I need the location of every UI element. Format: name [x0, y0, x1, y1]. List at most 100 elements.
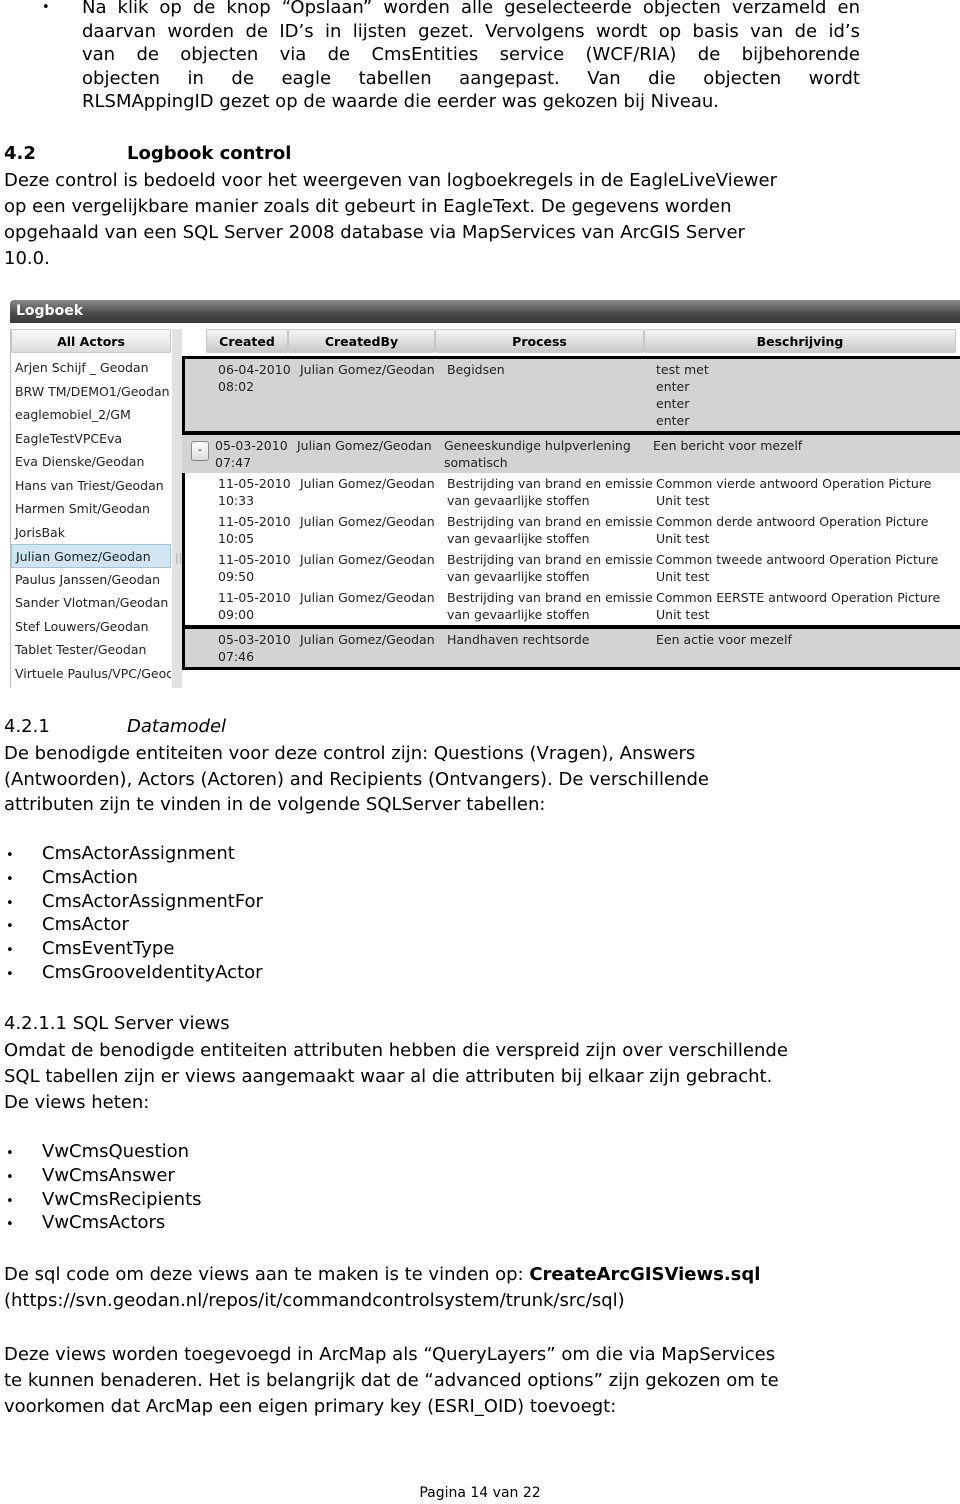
- list-item: CmsAction: [42, 866, 138, 888]
- expander-cell: [185, 513, 218, 547]
- cell-line: Een actie voor mezelf: [656, 632, 792, 647]
- description-cell: Een bericht voor mezelf: [653, 437, 960, 471]
- text-line: Na klik op de knop “Opslaan” worden alle…: [82, 0, 860, 18]
- cell-line: test met: [656, 362, 709, 377]
- text-line: voorkomen dat ArcMap een eigen primary k…: [4, 1396, 617, 1417]
- table-row[interactable]: 05-03-2010 07:46 Julian Gomez/Geodan Handha…: [182, 625, 960, 670]
- created-cell: 05-03-2010 07:47: [215, 437, 297, 471]
- text-line: attributen zijn te vinden in de volgende…: [4, 794, 546, 816]
- sql-url: (https://svn.geodan.nl/repos/it/commandc…: [4, 1290, 625, 1311]
- bullet-icon: •: [6, 1217, 14, 1233]
- description-cell: Common tweede antwoord Operation Picture…: [656, 551, 960, 585]
- datamodel-paragraph: De benodigde entiteiten voor deze contro…: [4, 741, 709, 818]
- bullet-icon: •: [42, 0, 50, 15]
- actor-item[interactable]: JorisBak: [11, 521, 171, 545]
- created-by-cell: Julian Gomez/Geodan: [300, 475, 447, 509]
- bullet-icon: •: [6, 967, 14, 982]
- expander-cell: [185, 361, 218, 429]
- table-row[interactable]: 06-04-2010 08:02 Julian Gomez/Geodan Begids…: [182, 356, 960, 431]
- list-item: CmsActorAssignment: [42, 843, 235, 864]
- bullet-icon: •: [6, 1193, 14, 1209]
- logboek-title-bar: Logboek: [10, 300, 960, 323]
- created-cell: 11-05-2010 10:33: [218, 475, 300, 509]
- created-cell: 11-05-2010 10:05: [218, 513, 300, 547]
- cell-line: enter: [656, 413, 690, 428]
- expander-cell: [185, 551, 218, 585]
- actors-panel: All Actors Arjen Schijf _ Geodan BRW TM/D…: [10, 329, 171, 688]
- cell-line: Common vierde antwoord Operation Picture: [656, 476, 932, 491]
- actor-item[interactable]: Sander Vlotman/Geodan: [11, 591, 171, 615]
- cell-line: Common EERSTE antwoord Operation Picture: [656, 590, 941, 605]
- list-item: VwCmsQuestion: [42, 1141, 190, 1162]
- actor-item[interactable]: Paulus Janssen/Geodan: [11, 568, 171, 592]
- table-row[interactable]: -05-03-2010 07:47 Julian Gomez/Geodan Genee…: [182, 431, 960, 473]
- panel-splitter[interactable]: ||: [172, 329, 182, 688]
- expander-cell: [185, 631, 218, 665]
- cell-line: Julian Gomez/Geodan: [297, 438, 432, 453]
- cell-line: Julian Gomez/Geodan: [300, 362, 435, 377]
- cell-line: Begidsen: [447, 362, 505, 377]
- cell-line: Handhaven rechtsorde: [447, 632, 590, 647]
- process-cell: Begidsen: [447, 361, 656, 429]
- created-by-cell: Julian Gomez/Geodan: [300, 631, 447, 665]
- cell-line: Bestrijding van brand en emissie: [447, 552, 653, 567]
- column-header-created[interactable]: Created: [206, 329, 288, 353]
- created-cell: 06-04-2010 08:02: [218, 361, 300, 429]
- bullet-icon: •: [6, 848, 14, 863]
- bullet-icon: •: [6, 919, 14, 935]
- actor-item[interactable]: BRW TM/DEMO1/Geodan: [11, 380, 171, 404]
- table-row[interactable]: 11-05-2010 10:05 Julian Gomez/Geodan Bestri…: [182, 511, 960, 549]
- cell-line: van gevaarlijke stoffen: [447, 531, 590, 546]
- actor-item[interactable]: Arjen Schijf _ Geodan: [11, 356, 171, 380]
- cell-line: 11-05-2010: [218, 476, 291, 491]
- cell-line: 07:47: [215, 455, 252, 470]
- intro-paragraph: Na klik op de knop “Opslaan” worden alle…: [82, 0, 860, 114]
- process-cell: Geneeskundige hulpverlening somatisch: [444, 437, 653, 471]
- logboek-screenshot: Logboek All Actors Arjen Schijf _ Geodan…: [8, 300, 960, 688]
- created-by-cell: Julian Gomez/Geodan: [300, 361, 447, 429]
- cell-line: 07:46: [218, 649, 255, 664]
- text-line: Omdat de benodigde entiteiten attributen…: [4, 1040, 788, 1061]
- list-item: CmsEventType: [42, 938, 175, 960]
- section-title: Logbook control: [127, 143, 292, 164]
- table-row[interactable]: 11-05-2010 09:50 Julian Gomez/Geodan Bestri…: [182, 549, 960, 587]
- actor-item[interactable]: Eva Dienske/Geodan: [11, 450, 171, 474]
- cell-line: 06-04-2010: [218, 362, 291, 377]
- cell-line: 09:50: [218, 569, 255, 584]
- table-row[interactable]: 11-05-2010 09:00 Julian Gomez/Geodan Bestri…: [182, 587, 960, 625]
- column-header-beschrijving[interactable]: Beschrijving: [644, 329, 956, 353]
- actor-item[interactable]: Harmen Smit/Geodan: [11, 497, 171, 521]
- collapse-button[interactable]: -: [191, 441, 209, 461]
- actor-item[interactable]: Tablet Tester/Geodan: [11, 638, 171, 662]
- text-line: De benodigde entiteiten voor deze contro…: [4, 743, 696, 764]
- actor-item[interactable]: Julian Gomez/Geodan: [11, 544, 171, 568]
- actor-item[interactable]: Virtuele Paulus/VPC/Geod: [11, 662, 171, 686]
- column-header-createdby[interactable]: CreatedBy: [288, 329, 435, 353]
- cell-line: 09:00: [218, 607, 255, 622]
- page-footer: Pagina 14 van 22: [419, 1485, 541, 1501]
- description-cell: Een actie voor mezelf: [656, 631, 960, 665]
- cell-line: 05-03-2010: [218, 632, 291, 647]
- table-row[interactable]: 11-05-2010 10:33 Julian Gomez/Geodan Bestri…: [182, 473, 960, 511]
- subsection-number: 4.2.1: [4, 716, 50, 737]
- cell-line: Bestrijding van brand en emissie: [447, 590, 653, 605]
- actor-item[interactable]: Hans van Triest/Geodan: [11, 474, 171, 498]
- actor-item[interactable]: EagleTestVPCEva: [11, 427, 171, 451]
- bullet-icon: •: [6, 1146, 14, 1161]
- all-actors-header[interactable]: All Actors: [11, 329, 171, 353]
- column-header-process[interactable]: Process: [435, 329, 644, 353]
- description-cell: Common vierde antwoord Operation Picture…: [656, 475, 960, 509]
- cell-line: 10:05: [218, 531, 255, 546]
- created-by-cell: Julian Gomez/Geodan: [297, 437, 444, 471]
- cell-line: Bestrijding van brand en emissie: [447, 514, 653, 529]
- bullet-icon: •: [6, 943, 14, 959]
- cell-line: Unit test: [656, 493, 710, 508]
- cell-line: 05-03-2010: [215, 438, 288, 453]
- actor-item[interactable]: eaglemobiel_2/GM: [11, 403, 171, 427]
- cell-line: van gevaarlijke stoffen: [447, 607, 590, 622]
- cell-line: 11-05-2010: [218, 552, 291, 567]
- cell-line: Julian Gomez/Geodan: [300, 552, 435, 567]
- text-line: 10.0.: [4, 248, 50, 269]
- cell-line: enter: [656, 396, 690, 411]
- actor-item[interactable]: Stef Louwers/Geodan: [11, 615, 171, 639]
